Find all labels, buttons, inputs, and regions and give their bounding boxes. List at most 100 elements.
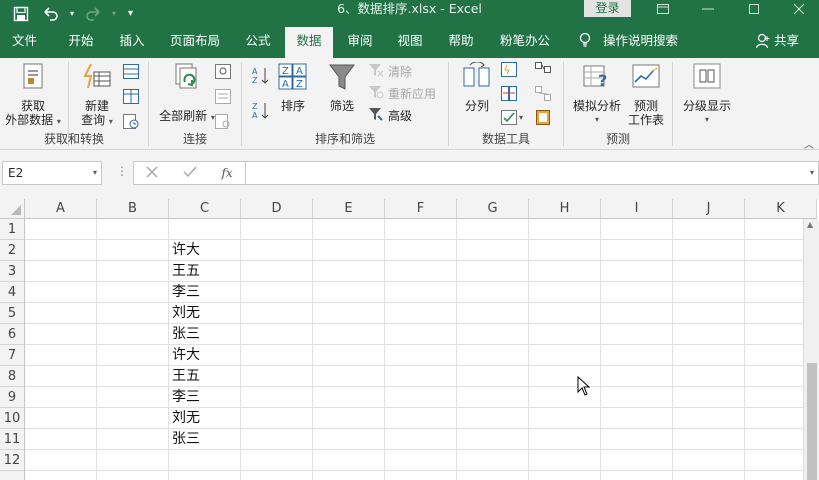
save-icon[interactable] [10,3,32,25]
cell-c8[interactable]: 王五 [169,366,200,387]
text-to-columns-button[interactable]: 分列 [461,61,493,113]
cell-c5[interactable]: 刘无 [169,303,200,324]
chevron-down-icon: ▾ [594,115,599,124]
share-button[interactable]: 共享 [755,27,799,58]
consolidate-icon[interactable] [535,62,551,80]
new-query-button[interactable]: 新建 查询 ▾ [72,62,122,129]
clear-button: 清除 [368,62,412,80]
what-if-analysis-button[interactable]: ? 模拟分析 ▾ [572,62,622,127]
outline-label: 分级显示 [682,99,731,113]
name-box[interactable]: E2 ▾ [2,161,102,185]
gridline [25,344,803,345]
external-data-icon [2,62,64,95]
row-header[interactable]: 12 [0,450,25,471]
get-external-data-button[interactable]: 获取 外部数据 ▾ [2,62,64,129]
cancel-icon[interactable] [146,166,158,181]
column-header-i[interactable]: I [601,199,673,219]
advanced-button[interactable]: 高级 [368,106,412,124]
scrollbar-thumb[interactable] [807,363,817,480]
gridline [600,219,601,480]
undo-dropdown-icon[interactable]: ▾ [70,9,74,18]
sort-ascending-icon[interactable]: AZ [252,66,270,89]
filter-button[interactable]: 筛选 [324,62,360,113]
column-header-e[interactable]: E [313,199,385,219]
insert-function-icon[interactable]: fx [221,166,232,180]
row-header[interactable]: 6 [0,324,25,345]
login-button[interactable]: 登录 [584,0,631,17]
row-header[interactable]: 5 [0,303,25,324]
group-outline: 分级显示 ▾ [673,58,743,150]
tab-home[interactable]: 开始 [57,27,105,58]
row-header[interactable]: 3 [0,261,25,282]
sort-button[interactable]: ZAAZ 排序 [276,62,310,113]
tab-fenbi-office[interactable]: 粉笔办公 [493,27,557,58]
column-header-h[interactable]: H [529,199,601,219]
column-header-f[interactable]: F [385,199,457,219]
gridline [96,219,97,480]
worksheet-grid[interactable]: A B C D E F G H I J K 1 2 3 4 5 6 7 8 9 … [0,199,819,480]
row-header[interactable]: 7 [0,345,25,366]
show-queries-icon[interactable] [123,64,139,82]
tab-page-layout[interactable]: 页面布局 [163,27,227,58]
tab-formulas[interactable]: 公式 [234,27,282,58]
maximize-icon[interactable] [734,0,774,17]
close-icon[interactable] [779,0,819,17]
column-header-c[interactable]: C [169,199,241,219]
gridline [528,219,529,480]
svg-text:Z: Z [296,79,303,90]
cell-c3[interactable]: 王五 [169,261,200,282]
get-data-label-1: 获取 [20,99,45,113]
forecast-sheet-button[interactable]: 预测 工作表 [624,62,668,127]
column-header-d[interactable]: D [241,199,313,219]
flash-fill-icon[interactable] [501,62,523,80]
cell-c10[interactable]: 刘无 [169,408,200,429]
formula-input[interactable]: ▾ [246,161,819,185]
more-options-icon[interactable]: ⋮ [116,164,128,178]
minimize-icon[interactable] [688,0,728,17]
connections-icon[interactable] [215,64,231,82]
column-header-k[interactable]: K [745,199,817,219]
outline-button[interactable]: 分级显示 ▾ [679,62,735,127]
column-header-b[interactable]: B [97,199,169,219]
data-validation-icon[interactable]: ▾ [501,110,523,125]
cell-c11[interactable]: 张三 [169,429,200,450]
column-header-g[interactable]: G [457,199,529,219]
row-header[interactable]: 9 [0,387,25,408]
tab-file[interactable]: 文件 [0,27,49,58]
tab-help[interactable]: 帮助 [437,27,485,58]
tab-data[interactable]: 数据 [285,27,333,58]
row-header[interactable]: 1 [0,219,25,240]
manage-data-model-icon[interactable] [535,110,551,128]
cell-c6[interactable]: 张三 [169,324,200,345]
cell-c7[interactable]: 许大 [169,345,200,366]
cell-c2[interactable]: 许大 [169,240,200,261]
sort-descending-icon[interactable]: ZA [252,101,270,124]
from-table-icon[interactable] [123,89,139,107]
collapse-ribbon-icon[interactable]: ︿ [804,136,814,151]
cell-c4[interactable]: 李三 [169,282,200,303]
customize-qat-icon[interactable]: ▾ [128,8,133,19]
row-header[interactable]: 4 [0,282,25,303]
column-header-j[interactable]: J [673,199,745,219]
column-header-a[interactable]: A [25,199,97,219]
scroll-up-icon[interactable]: ▲ [807,220,813,229]
ribbon-display-icon[interactable] [643,0,683,17]
tell-me-search[interactable]: 操作说明搜索 [579,27,678,58]
row-header[interactable]: 11 [0,429,25,450]
row-header[interactable]: 2 [0,240,25,261]
tab-insert[interactable]: 插入 [108,27,156,58]
vertical-scrollbar[interactable]: ▲ [803,219,819,480]
row-header[interactable]: 8 [0,366,25,387]
row-header[interactable]: 10 [0,408,25,429]
tab-view[interactable]: 视图 [386,27,434,58]
chevron-down-icon: ▾ [108,117,113,126]
undo-icon[interactable] [40,3,62,25]
expand-formula-icon[interactable]: ▾ [810,168,814,177]
quick-access-toolbar: ▾ ▾ ▾ [10,0,133,27]
select-all-button[interactable] [0,199,25,219]
enter-icon[interactable] [183,166,197,181]
remove-duplicates-icon[interactable] [501,86,523,104]
tab-review[interactable]: 审阅 [336,27,384,58]
cell-c9[interactable]: 李三 [169,387,200,408]
refresh-all-button[interactable]: 全部刷新 ▾ [157,62,217,125]
